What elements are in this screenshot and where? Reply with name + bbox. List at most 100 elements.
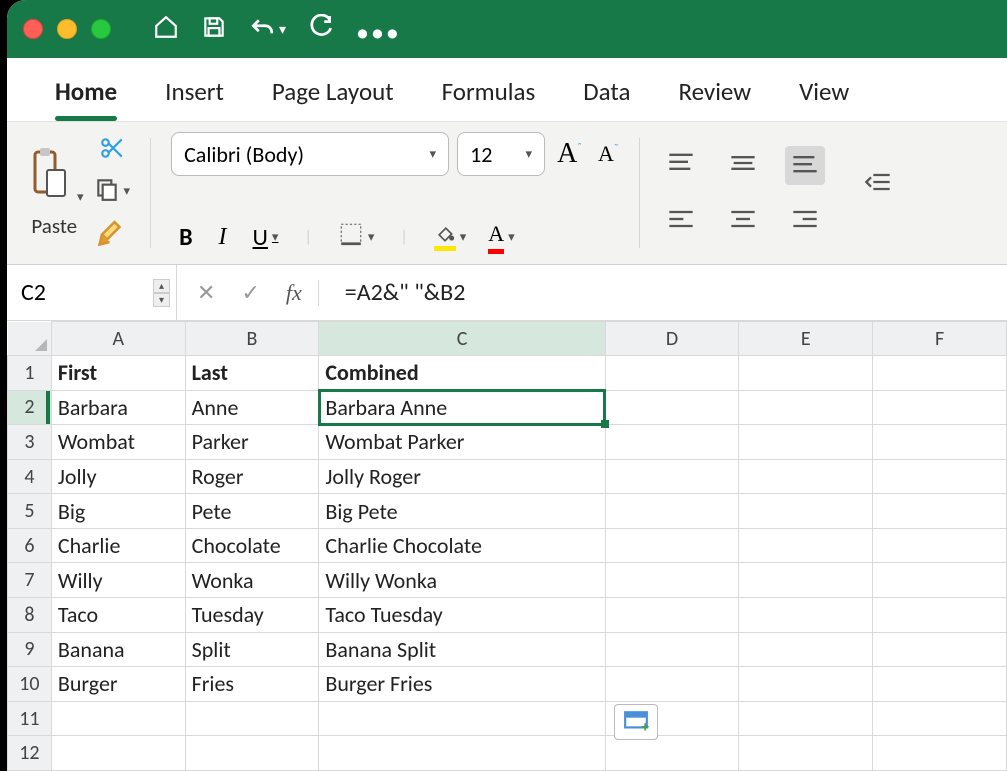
row-header[interactable]: 12 <box>8 736 52 771</box>
cell[interactable] <box>739 425 873 460</box>
cell[interactable] <box>739 390 873 425</box>
name-box-stepper[interactable]: ▴▾ <box>153 279 170 307</box>
spreadsheet-grid[interactable]: ABCDEF1FirstLastCombined2BarbaraAnneBarb… <box>7 321 1007 771</box>
cell[interactable]: Wombat Parker <box>319 425 605 460</box>
cell[interactable]: Jolly Roger <box>319 459 605 494</box>
tab-insert[interactable]: Insert <box>141 72 248 121</box>
tab-page-layout[interactable]: Page Layout <box>248 72 418 121</box>
cancel-formula-button[interactable]: ✕ <box>197 279 215 306</box>
cell[interactable]: Charlie Chocolate <box>319 528 605 563</box>
cell[interactable] <box>605 494 739 529</box>
cell[interactable]: Roger <box>185 459 319 494</box>
align-left-button[interactable] <box>667 208 695 235</box>
cell[interactable]: Last <box>185 356 319 391</box>
cell[interactable]: Burger <box>51 667 185 702</box>
column-header-A[interactable]: A <box>51 322 185 356</box>
cell[interactable] <box>605 459 739 494</box>
cell[interactable] <box>605 528 739 563</box>
font-color-button[interactable]: A ▾ <box>488 221 514 254</box>
column-header-D[interactable]: D <box>605 322 739 356</box>
cut-button[interactable] <box>99 135 125 166</box>
cell[interactable] <box>873 701 1007 736</box>
font-size-select[interactable]: 12 ▾ <box>457 132 545 176</box>
tab-view[interactable]: View <box>775 72 873 121</box>
copy-button[interactable]: ▾ <box>94 176 131 207</box>
cell[interactable] <box>873 563 1007 598</box>
cell[interactable] <box>739 494 873 529</box>
cell[interactable] <box>605 598 739 633</box>
italic-button[interactable]: I <box>219 224 227 251</box>
cell[interactable]: Wonka <box>185 563 319 598</box>
column-header-F[interactable]: F <box>873 322 1007 356</box>
cell[interactable]: Willy Wonka <box>319 563 605 598</box>
cell[interactable]: Barbara <box>51 390 185 425</box>
row-header[interactable]: 2 <box>8 390 52 425</box>
save-icon[interactable] <box>201 14 227 45</box>
auto-fill-options-button[interactable]: + <box>614 704 658 740</box>
cell[interactable] <box>605 632 739 667</box>
cell[interactable]: Charlie <box>51 528 185 563</box>
formula-input[interactable]: =A2&" "&B2 <box>345 265 466 320</box>
cell[interactable]: Banana <box>51 632 185 667</box>
row-header[interactable]: 5 <box>8 494 52 529</box>
row-header[interactable]: 10 <box>8 667 52 702</box>
column-header-B[interactable]: B <box>185 322 319 356</box>
name-box[interactable]: C2 ▴▾ <box>7 265 177 320</box>
paste-button-label[interactable]: Paste <box>31 213 77 239</box>
select-all-cell[interactable] <box>8 322 52 356</box>
chevron-down-icon[interactable]: ▾ <box>124 184 131 199</box>
cell[interactable]: Pete <box>185 494 319 529</box>
fx-icon[interactable]: fx <box>286 280 319 306</box>
increase-font-button[interactable]: Aˆ <box>557 138 582 170</box>
row-header[interactable]: 9 <box>8 632 52 667</box>
undo-icon[interactable]: ▾ <box>249 16 286 42</box>
cell[interactable]: Split <box>185 632 319 667</box>
home-icon[interactable] <box>153 14 179 45</box>
row-header[interactable]: 6 <box>8 528 52 563</box>
cell[interactable] <box>605 563 739 598</box>
tab-home[interactable]: Home <box>31 72 141 121</box>
cell[interactable]: Chocolate <box>185 528 319 563</box>
cell[interactable] <box>739 667 873 702</box>
cell[interactable] <box>739 356 873 391</box>
cell[interactable] <box>605 390 739 425</box>
accept-formula-button[interactable]: ✓ <box>241 279 259 306</box>
cell[interactable] <box>873 356 1007 391</box>
align-middle-button[interactable] <box>729 152 757 179</box>
cell[interactable]: Tuesday <box>185 598 319 633</box>
underline-button[interactable]: U▾ <box>253 223 279 252</box>
align-bottom-button[interactable] <box>785 146 825 185</box>
cell[interactable]: Big Pete <box>319 494 605 529</box>
cell[interactable]: Willy <box>51 563 185 598</box>
format-painter-button[interactable] <box>97 217 127 252</box>
row-header[interactable]: 8 <box>8 598 52 633</box>
cell[interactable] <box>873 390 1007 425</box>
cell[interactable]: Combined <box>319 356 605 391</box>
cell[interactable] <box>739 459 873 494</box>
column-header-E[interactable]: E <box>739 322 873 356</box>
cell[interactable] <box>873 598 1007 633</box>
more-icon[interactable]: ••• <box>356 16 382 42</box>
row-header[interactable]: 4 <box>8 459 52 494</box>
chevron-down-icon[interactable]: ▾ <box>279 21 286 38</box>
borders-button[interactable]: ▾ <box>338 221 375 254</box>
column-header-C[interactable]: C <box>319 322 605 356</box>
cell[interactable] <box>873 494 1007 529</box>
cell[interactable] <box>185 736 319 771</box>
cell[interactable]: Wombat <box>51 425 185 460</box>
font-family-select[interactable]: Calibri (Body) ▾ <box>171 132 449 176</box>
bold-button[interactable]: B <box>179 223 192 252</box>
cell[interactable] <box>605 425 739 460</box>
cell[interactable] <box>873 425 1007 460</box>
cell[interactable]: Anne <box>185 390 319 425</box>
cell[interactable]: Banana Split <box>319 632 605 667</box>
cell[interactable]: Big <box>51 494 185 529</box>
cell[interactable] <box>873 528 1007 563</box>
row-header[interactable]: 7 <box>8 563 52 598</box>
tab-review[interactable]: Review <box>654 72 775 121</box>
cell[interactable] <box>739 736 873 771</box>
decrease-indent-button[interactable] <box>864 171 892 198</box>
cell[interactable]: Taco Tuesday <box>319 598 605 633</box>
chevron-down-icon[interactable]: ▾ <box>77 190 84 205</box>
decrease-font-button[interactable]: Aˇ <box>598 141 619 167</box>
